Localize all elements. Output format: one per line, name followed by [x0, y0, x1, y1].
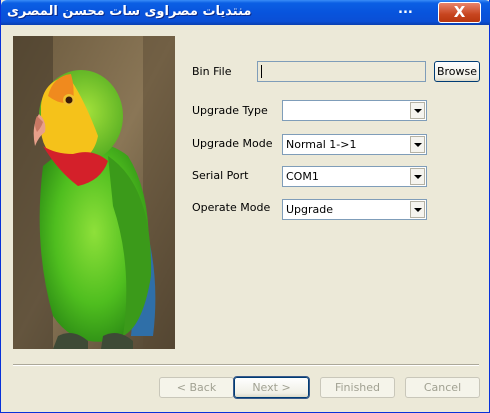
chevron-down-icon[interactable]	[410, 201, 425, 218]
window-title: منتديات مصراوى سات محسن المصرى	[7, 4, 252, 19]
text-cursor	[261, 65, 262, 78]
serial-port-value: COM1	[286, 170, 319, 183]
operate-mode-label: Operate Mode	[192, 201, 271, 214]
bin-file-input[interactable]	[257, 61, 426, 82]
bin-file-label: Bin File	[192, 65, 232, 78]
upgrade-type-label: Upgrade Type	[192, 104, 268, 117]
serial-port-label: Serial Port	[192, 169, 249, 182]
title-extra-dots: ...	[398, 2, 413, 17]
upgrade-mode-value: Normal 1->1	[286, 138, 357, 151]
upgrade-mode-select[interactable]: Normal 1->1	[282, 134, 427, 155]
chevron-down-icon[interactable]	[410, 136, 425, 153]
wizard-window: منتديات مصراوى سات محسن المصرى ... X Bin…	[0, 0, 490, 413]
close-icon: X	[453, 3, 466, 21]
footer-separator	[13, 364, 479, 366]
upgrade-mode-label: Upgrade Mode	[192, 137, 273, 150]
parrot-illustration	[13, 36, 175, 349]
finished-button[interactable]: Finished	[320, 377, 395, 398]
next-button[interactable]: Next >	[233, 376, 310, 399]
upgrade-type-select[interactable]	[282, 100, 427, 121]
serial-port-select[interactable]: COM1	[282, 166, 427, 187]
operate-mode-select[interactable]: Upgrade	[282, 199, 427, 220]
chevron-down-icon[interactable]	[410, 168, 425, 185]
chevron-down-icon[interactable]	[410, 102, 425, 119]
back-button[interactable]: < Back	[159, 377, 234, 398]
browse-button[interactable]: Browse	[434, 61, 480, 82]
title-bar[interactable]: منتديات مصراوى سات محسن المصرى ... X	[1, 0, 490, 25]
cancel-button[interactable]: Cancel	[405, 377, 480, 398]
close-button[interactable]: X	[438, 2, 481, 23]
parrot-image	[13, 36, 175, 349]
operate-mode-value: Upgrade	[286, 203, 334, 216]
